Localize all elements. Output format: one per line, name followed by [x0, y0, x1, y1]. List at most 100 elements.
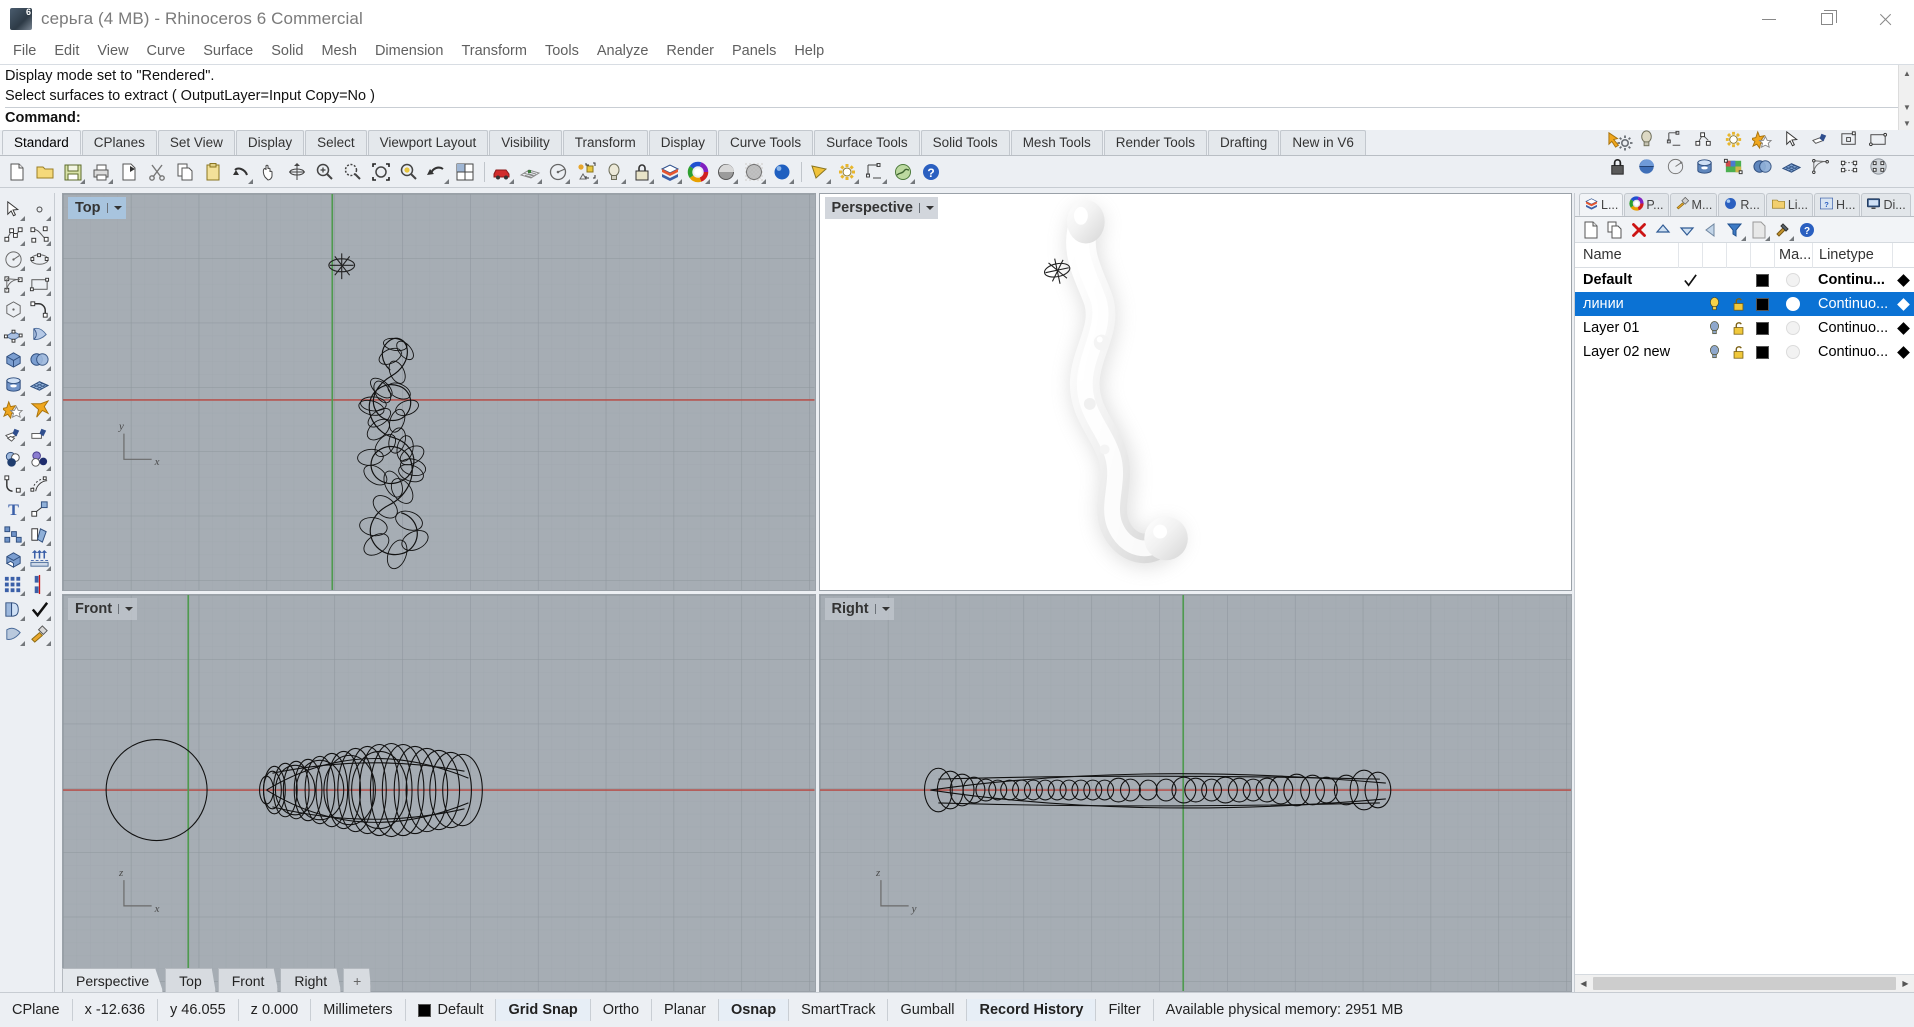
light-bulb-icon[interactable]: [1633, 126, 1660, 153]
copy-to-clipboard-icon[interactable]: [116, 159, 142, 185]
boolean-difference-icon[interactable]: [26, 447, 52, 472]
column-header-linetype[interactable]: Linetype: [1812, 242, 1892, 268]
fillet-curve-icon[interactable]: [0, 472, 26, 497]
circle-radius-icon[interactable]: [545, 159, 571, 185]
toolbar-tab-curve-tools[interactable]: Curve Tools: [718, 130, 814, 155]
layer-linetype[interactable]: Continuo...: [1812, 320, 1892, 336]
status-toggle-osnap[interactable]: Osnap: [718, 999, 790, 1021]
cplane-label[interactable]: CPlane: [0, 999, 73, 1021]
menu-panels[interactable]: Panels: [723, 40, 785, 62]
menu-edit[interactable]: Edit: [45, 40, 88, 62]
viewport-label-right[interactable]: Right: [824, 598, 894, 620]
panel-tab-color-wheel[interactable]: P...: [1624, 193, 1669, 216]
toolbar-tab-display[interactable]: Display: [648, 130, 718, 155]
layer-row[interactable]: линии Continuo...: [1575, 292, 1914, 316]
polyline-icon[interactable]: [0, 222, 26, 247]
zoom-selected-icon[interactable]: [396, 159, 422, 185]
mesh-plane-icon[interactable]: [26, 372, 52, 397]
toolbar-tab-drafting[interactable]: Drafting: [1208, 130, 1280, 155]
layer-color-swatch[interactable]: [1750, 345, 1774, 359]
chevron-down-icon[interactable]: [106, 203, 123, 213]
new-file-icon[interactable]: [4, 159, 30, 185]
toolbar-tab-set-view[interactable]: Set View: [157, 130, 235, 155]
toolbar-tab-viewport-layout[interactable]: Viewport Layout: [367, 130, 489, 155]
layer-visibility-bulb-icon[interactable]: [1702, 344, 1726, 360]
cylinder-icon[interactable]: [0, 372, 26, 397]
scroll-up-icon[interactable]: ▲: [1899, 65, 1914, 81]
grid-snap-icon[interactable]: [517, 159, 543, 185]
layer-print-color-diamond[interactable]: [1892, 345, 1914, 359]
layers-icon[interactable]: [657, 159, 683, 185]
paste-icon[interactable]: [200, 159, 226, 185]
explode-icon[interactable]: [26, 397, 52, 422]
sphere-boolean-icon[interactable]: [26, 347, 52, 372]
split-icon[interactable]: [0, 422, 26, 447]
command-scrollbar[interactable]: ▲ ▼ ▼: [1898, 65, 1914, 131]
circle-icon[interactable]: [0, 247, 26, 272]
column-header-name[interactable]: Name: [1575, 247, 1678, 263]
layer-row[interactable]: Layer 01 Continuo...: [1575, 316, 1914, 340]
scroll-left-icon[interactable]: ◀: [1575, 975, 1592, 992]
sphere-boolean-icon[interactable]: [1749, 153, 1776, 180]
surface-from-points-icon[interactable]: [0, 322, 26, 347]
surface-patch-icon[interactable]: [1836, 126, 1863, 153]
environment-icon[interactable]: [890, 159, 916, 185]
menu-tools[interactable]: Tools: [536, 40, 588, 62]
zoom-window-icon[interactable]: [340, 159, 366, 185]
surface-analysis-icon[interactable]: [0, 622, 26, 647]
four-viewports-icon[interactable]: [452, 159, 478, 185]
lock-icon[interactable]: [1604, 153, 1631, 180]
rectangle-icon[interactable]: [1865, 126, 1892, 153]
layer-row[interactable]: Default Continu...: [1575, 268, 1914, 292]
toolbar-tab-standard[interactable]: Standard: [2, 130, 81, 155]
panel-tab-material-brush[interactable]: M...: [1669, 193, 1718, 216]
current-layer-indicator[interactable]: Default: [406, 999, 497, 1021]
render-preview-icon[interactable]: [806, 159, 832, 185]
copy-icon[interactable]: [172, 159, 198, 185]
minimize-button[interactable]: [1740, 0, 1798, 38]
box-icon[interactable]: [0, 347, 26, 372]
layer-name[interactable]: Layer 01: [1575, 320, 1678, 336]
mesh-plane-icon[interactable]: [1778, 153, 1805, 180]
status-toggle-smarttrack[interactable]: SmartTrack: [789, 999, 889, 1021]
split-icon[interactable]: [1807, 126, 1834, 153]
toolbar-tab-surface-tools[interactable]: Surface Tools: [814, 130, 920, 155]
light-bulb-icon[interactable]: [601, 159, 627, 185]
viewport-front[interactable]: z x Front: [62, 594, 816, 992]
panel-tab-display-monitor[interactable]: Di...: [1861, 193, 1911, 216]
help-icon[interactable]: ?: [918, 159, 944, 185]
select-lasso-icon[interactable]: [1604, 126, 1631, 153]
trim-icon[interactable]: [26, 422, 52, 447]
mirror-icon[interactable]: [26, 572, 52, 597]
ghosted-sphere-icon[interactable]: [741, 159, 767, 185]
status-toggle-ortho[interactable]: Ortho: [591, 999, 653, 1021]
layer-panel-horizontal-scrollbar[interactable]: ◀ ▶: [1575, 974, 1914, 992]
texture-icon[interactable]: [1720, 153, 1747, 180]
viewport-tab-right[interactable]: Right: [280, 968, 342, 992]
viewport-top[interactable]: y x Top: [62, 193, 816, 591]
lock-icon[interactable]: [629, 159, 655, 185]
new-layer-icon[interactable]: [1579, 218, 1603, 242]
column-header-visible[interactable]: [1702, 242, 1726, 268]
rendered-sphere-icon[interactable]: [769, 159, 795, 185]
status-toggle-planar[interactable]: Planar: [652, 999, 719, 1021]
shaded-sphere-icon[interactable]: [1633, 153, 1660, 180]
point-icon[interactable]: [26, 197, 52, 222]
menu-solid[interactable]: Solid: [262, 40, 312, 62]
layer-material-indicator[interactable]: [1774, 345, 1812, 359]
layer-name[interactable]: Default: [1575, 272, 1678, 288]
curve-icon[interactable]: [26, 222, 52, 247]
chevron-down-icon[interactable]: [874, 604, 891, 614]
units-label[interactable]: Millimeters: [311, 999, 406, 1021]
ellipse-icon[interactable]: [26, 247, 52, 272]
polygon-icon[interactable]: [0, 297, 26, 322]
panel-tab-folder[interactable]: Li...: [1765, 193, 1813, 216]
menu-view[interactable]: View: [88, 40, 137, 62]
filter-icon[interactable]: [1723, 218, 1747, 242]
extrude-icon[interactable]: [26, 547, 52, 572]
circle-radius-icon[interactable]: [1662, 153, 1689, 180]
paint-icon[interactable]: [26, 622, 52, 647]
viewport-tab-perspective[interactable]: Perspective: [62, 968, 164, 992]
toolbar-tab-visibility[interactable]: Visibility: [489, 130, 562, 155]
rotate-view-icon[interactable]: [284, 159, 310, 185]
